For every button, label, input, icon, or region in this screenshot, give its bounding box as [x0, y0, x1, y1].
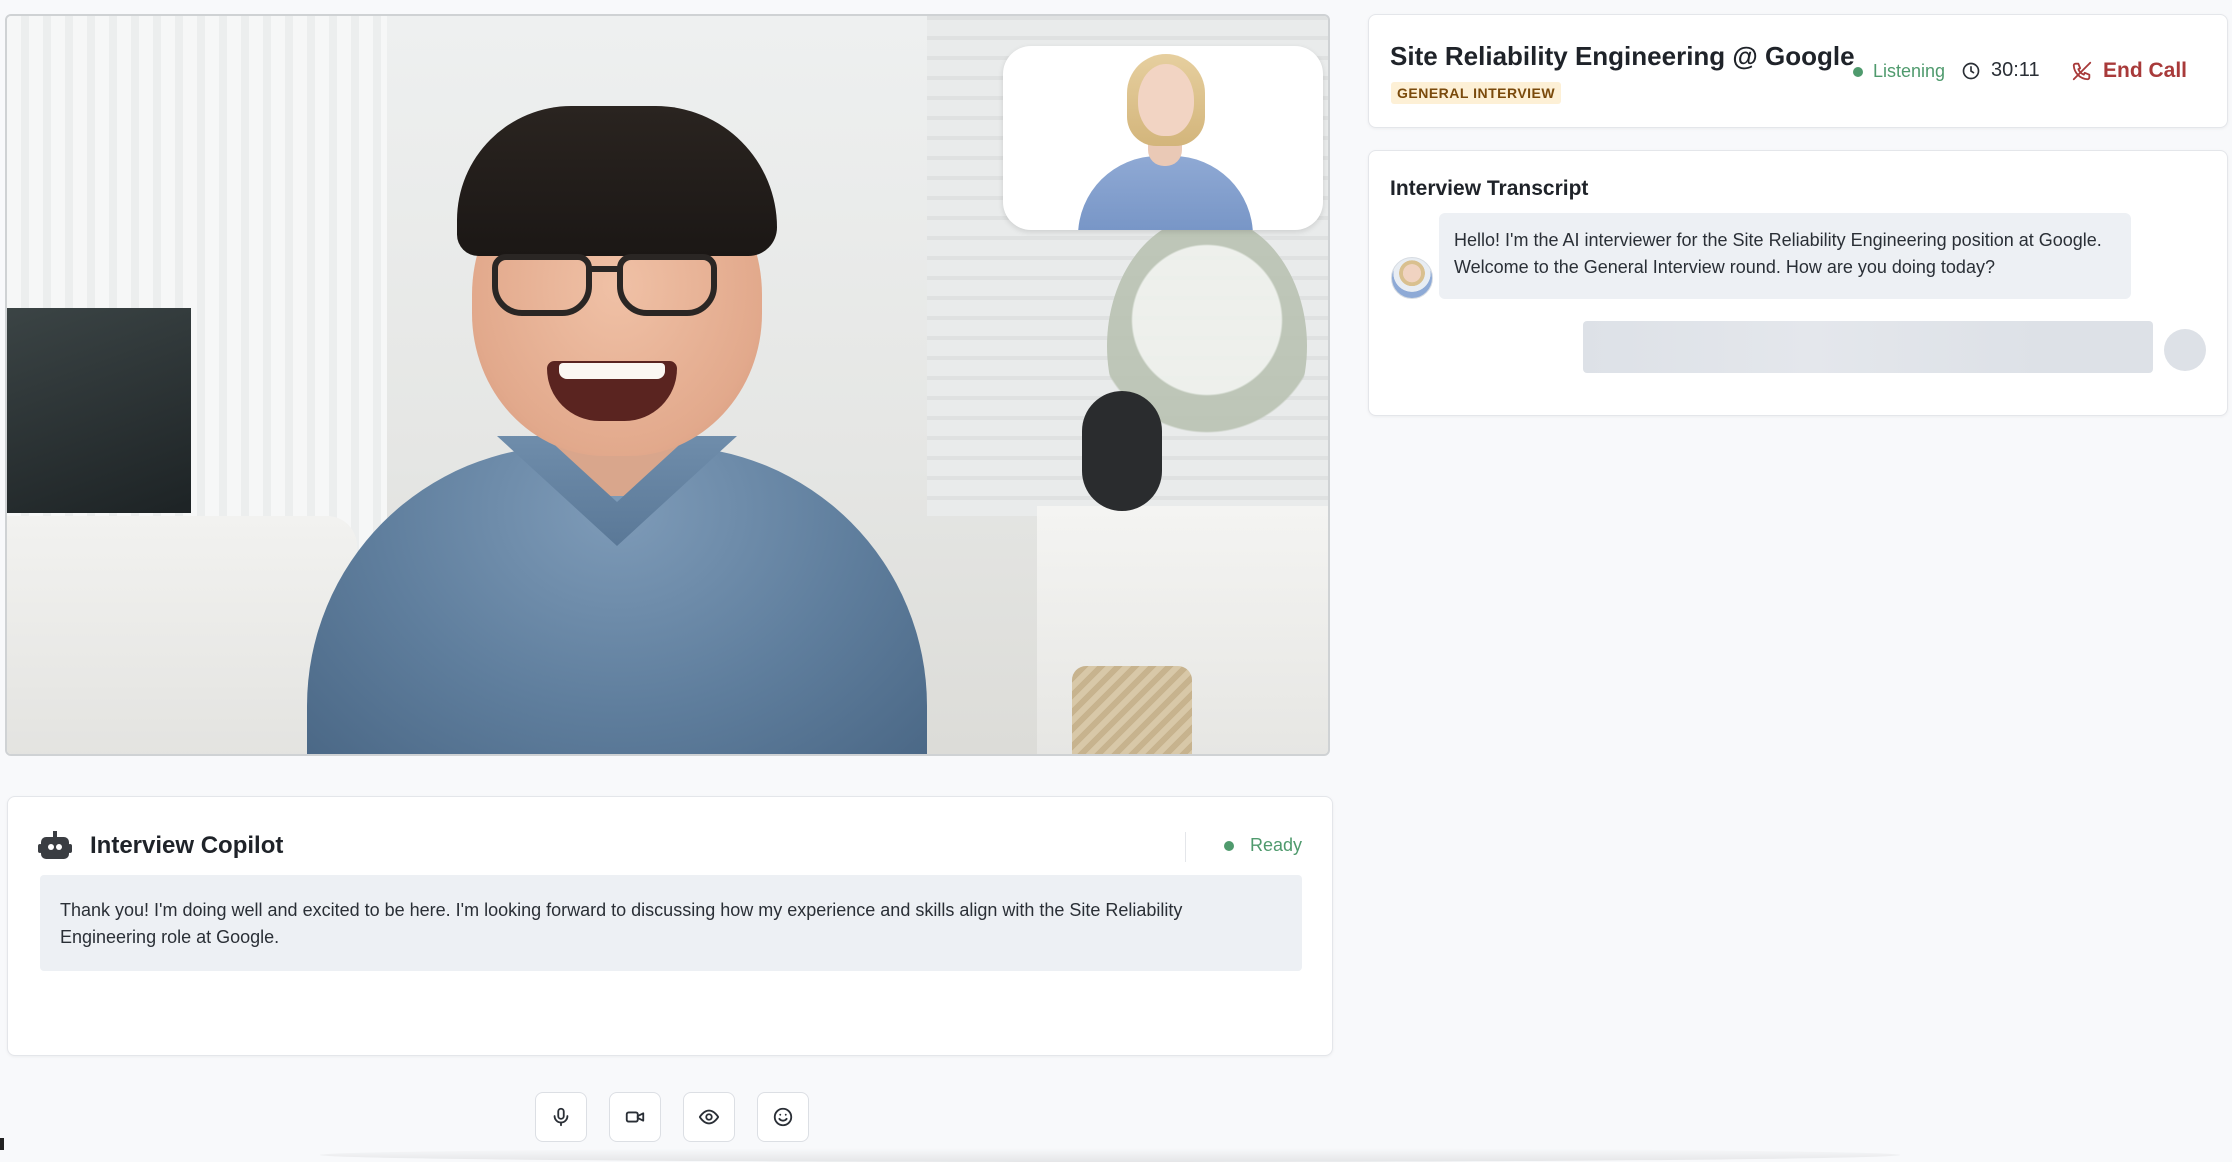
call-timer: 30:11 — [1961, 59, 2040, 82]
status-dot-icon — [1853, 66, 1863, 77]
transcript-message: Hello! I'm the AI interviewer for the Si… — [1439, 213, 2131, 299]
smiley-face-icon — [773, 1107, 793, 1127]
copilot-suggestion: Thank you! I'm doing well and excited to… — [40, 875, 1302, 971]
candidate-person — [297, 106, 937, 754]
clock-icon — [1962, 62, 1980, 79]
copilot-title: Interview Copilot — [90, 832, 284, 859]
interviewer-avatar — [1391, 257, 1433, 299]
session-header: Site Reliability Engineering @ Google GE… — [1368, 14, 2228, 128]
background-speaker — [1082, 391, 1162, 511]
background-basket — [1072, 666, 1192, 754]
round-badge: GENERAL INTERVIEW — [1391, 82, 1562, 104]
bottom-shadow — [320, 1148, 1900, 1162]
media-controls — [535, 1092, 809, 1142]
timer-value: 30:11 — [1991, 59, 2040, 81]
listening-label: Listening — [1873, 61, 1946, 81]
robot-icon — [38, 831, 72, 861]
interview-transcript-panel: Interview Transcript Hello! I'm the AI i… — [1368, 150, 2228, 416]
camera-button[interactable] — [609, 1092, 661, 1142]
microphone-icon — [553, 1107, 569, 1127]
microphone-button[interactable] — [535, 1092, 587, 1142]
user-avatar-loading — [2164, 329, 2206, 371]
listening-status: Listening — [1853, 61, 1945, 82]
divider — [1185, 832, 1186, 862]
emoji-button[interactable] — [757, 1092, 809, 1142]
transcript-title: Interview Transcript — [1390, 177, 1589, 200]
copilot-status: Ready — [1223, 835, 1302, 856]
eye-icon — [698, 1109, 720, 1125]
copilot-header: Interview Copilot — [38, 831, 283, 861]
visibility-button[interactable] — [683, 1092, 735, 1142]
status-dot-icon — [1223, 840, 1234, 851]
candidate-video — [5, 14, 1330, 756]
job-title: Site Reliability Engineering @ Google — [1390, 41, 1855, 71]
interview-copilot-panel: Interview Copilot Ready Thank you! I'm d… — [7, 796, 1333, 1056]
mouse-cursor — [0, 1138, 4, 1150]
interview-app: Interview Copilot Ready Thank you! I'm d… — [0, 0, 2232, 1162]
copilot-status-label: Ready — [1249, 835, 1302, 855]
end-call-label: End Call — [2103, 59, 2188, 82]
phone-off-icon — [2072, 61, 2092, 81]
transcript-message-loading — [1583, 321, 2153, 373]
background-tv — [7, 308, 191, 513]
interviewer-pip-video[interactable] — [1003, 46, 1323, 230]
end-call-button[interactable]: End Call — [2071, 59, 2187, 83]
video-camera-icon — [625, 1111, 645, 1123]
